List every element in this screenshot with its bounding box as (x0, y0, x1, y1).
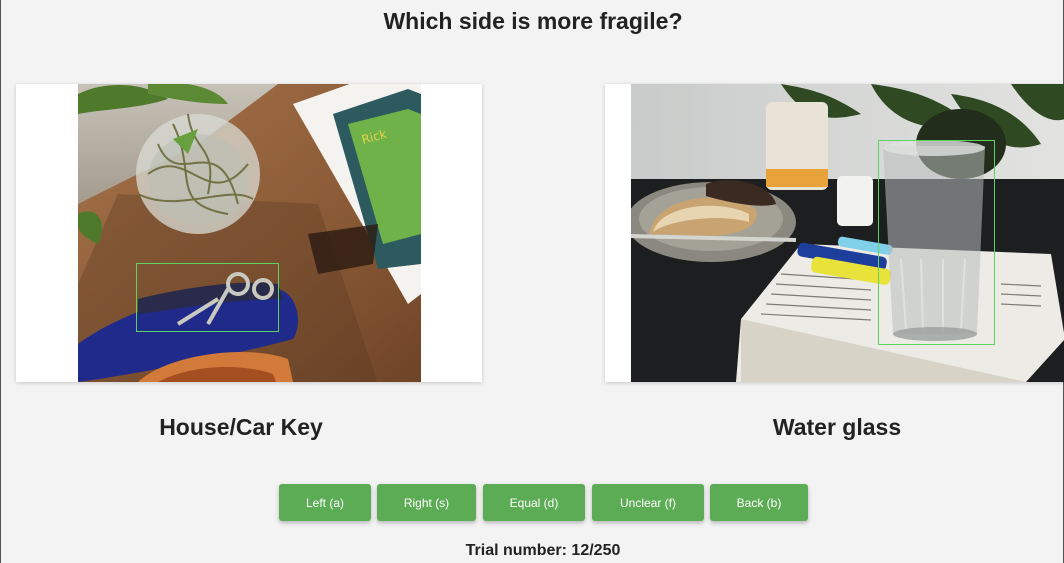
left-object-photo: Rick (78, 84, 421, 382)
left-button[interactable]: Left (a) (279, 484, 371, 521)
app-frame: Which side is more fragile? Rick House/C… (0, 0, 1064, 563)
right-button[interactable]: Right (s) (377, 484, 476, 521)
right-object-photo (631, 84, 1064, 382)
question-title: Which side is more fragile? (383, 8, 683, 34)
right-image-panel (605, 84, 1064, 382)
back-button[interactable]: Back (b) (710, 484, 808, 521)
equal-button[interactable]: Equal (d) (483, 484, 585, 521)
right-object-label: Water glass (772, 414, 902, 440)
right-bounding-box (878, 140, 995, 345)
unclear-button[interactable]: Unclear (f) (592, 484, 704, 521)
left-bounding-box (136, 263, 279, 332)
trial-counter: Trial number: 12/250 (465, 542, 621, 559)
left-object-label: House/Car Key (159, 414, 323, 440)
left-image-panel: Rick (16, 84, 482, 382)
